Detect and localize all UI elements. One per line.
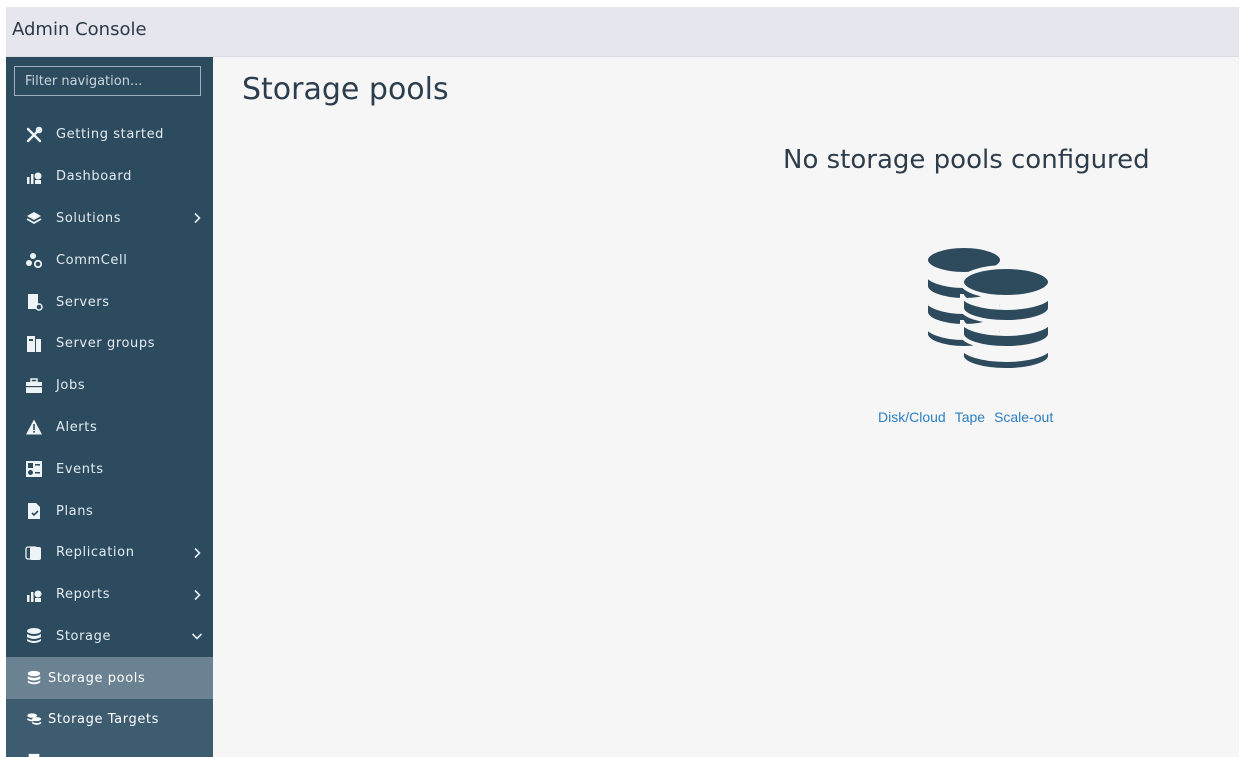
database-icon: [25, 627, 43, 645]
chevron-right-icon: [194, 213, 201, 224]
sidebar-item-solutions[interactable]: Solutions: [6, 198, 213, 240]
sidebar-item-plans[interactable]: Plans: [6, 490, 213, 532]
sidebar-item-label: Reports: [56, 587, 111, 603]
sidebar-item-label: Solutions: [56, 210, 122, 226]
sidebar-subitem-partial: [6, 740, 213, 757]
databases-icon: [924, 244, 1052, 368]
sidebar-subitem-storage-pools[interactable]: Storage pools: [6, 657, 213, 699]
filter-navigation-input[interactable]: [14, 66, 201, 96]
database-icon: [26, 670, 42, 686]
disk-cloud-link[interactable]: Disk/Cloud: [878, 409, 946, 425]
chevron-down-icon: [191, 633, 203, 641]
app-window: Admin Console Getting started Dashboard: [6, 7, 1239, 757]
sidebar-item-servers[interactable]: Servers: [6, 281, 213, 323]
sidebar-item-reports[interactable]: Reports: [6, 574, 213, 616]
sidebar-nav: Getting started Dashboard Solutions Comm…: [6, 114, 213, 757]
sidebar-item-storage[interactable]: Storage: [6, 616, 213, 658]
briefcase-icon: [25, 377, 43, 395]
server-icon: [25, 293, 43, 311]
tape-link[interactable]: Tape: [955, 409, 985, 425]
server-groups-icon: [25, 335, 43, 353]
sidebar-item-label: CommCell: [56, 252, 128, 268]
sidebar-item-label: Replication: [56, 545, 135, 561]
sidebar-item-commcell[interactable]: CommCell: [6, 239, 213, 281]
sidebar-item-label: Storage: [56, 628, 112, 644]
sidebar-item-label: Dashboard: [56, 169, 132, 185]
chevron-right-icon: [194, 589, 201, 600]
sidebar-item-label: Server groups: [56, 336, 156, 352]
sidebar-item-dashboard[interactable]: Dashboard: [6, 156, 213, 198]
sidebar: Getting started Dashboard Solutions: [6, 57, 213, 757]
sidebar-item-alerts[interactable]: Alerts: [6, 407, 213, 449]
chevron-right-icon: [194, 547, 201, 558]
sidebar-item-getting-started[interactable]: Getting started: [6, 114, 213, 156]
sidebar-item-label: Getting started: [56, 127, 165, 143]
sidebar-item-label: Events: [56, 461, 104, 477]
layers-icon: [25, 209, 43, 227]
sidebar-item-label: Servers: [56, 294, 110, 310]
warning-icon: [25, 418, 43, 436]
sidebar-subitem-label: Storage pools: [48, 670, 146, 686]
app-title: Admin Console: [12, 19, 147, 40]
tools-icon: [25, 126, 43, 144]
empty-state-links: Disk/Cloud Tape Scale-out: [878, 409, 1053, 425]
dashboard-icon: [25, 168, 43, 186]
sidebar-item-label: Plans: [56, 503, 94, 519]
sidebar-subitem-storage-targets[interactable]: Storage Targets: [6, 698, 213, 741]
page-title: Storage pools: [242, 72, 449, 107]
sidebar-item-events[interactable]: Events: [6, 448, 213, 490]
commcell-icon: [25, 251, 43, 269]
storage-targets-icon: [26, 712, 42, 728]
sidebar-item-label: Jobs: [56, 378, 86, 394]
plans-icon: [25, 502, 43, 520]
top-bar: Admin Console: [6, 7, 1239, 57]
sidebar-item-server-groups[interactable]: Server groups: [6, 323, 213, 365]
sidebar-subitem-label: Storage Targets: [48, 712, 159, 728]
main-content: Storage pools No storage pools configure…: [213, 57, 1239, 757]
events-icon: [25, 460, 43, 478]
document-icon: [26, 753, 42, 757]
empty-state-title: No storage pools configured: [783, 145, 1150, 175]
scale-out-link[interactable]: Scale-out: [994, 409, 1053, 425]
sidebar-item-label: Alerts: [56, 419, 98, 435]
sidebar-item-replication[interactable]: Replication: [6, 532, 213, 574]
replication-icon: [25, 544, 43, 562]
reports-icon: [25, 586, 43, 604]
sidebar-item-jobs[interactable]: Jobs: [6, 365, 213, 407]
